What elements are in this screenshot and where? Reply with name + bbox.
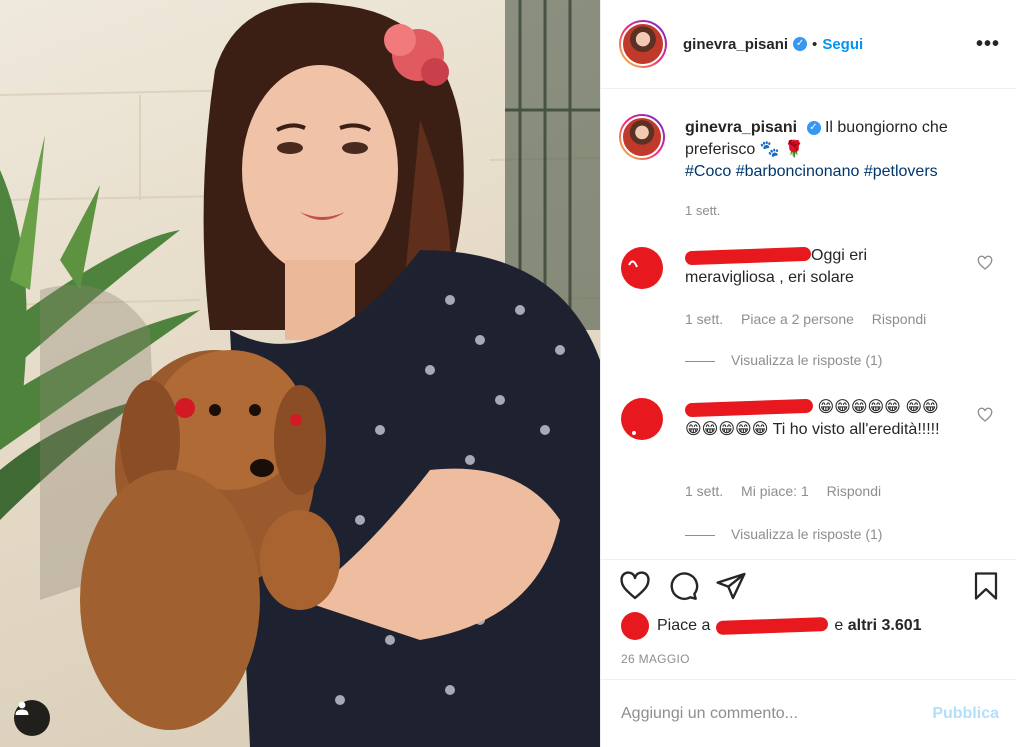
more-options-icon[interactable]: ••• (976, 33, 1000, 56)
caption-timestamp[interactable]: 1 sett. (685, 203, 720, 218)
comment-text: Ti ho visto all'eredità!!!!! (772, 421, 940, 438)
redacted-username (684, 398, 814, 417)
commenter-avatar[interactable] (619, 245, 665, 291)
author-avatar[interactable] (619, 20, 667, 68)
bookmark-icon (974, 572, 998, 600)
view-replies-button[interactable]: Visualizza le risposte (1) (685, 526, 882, 542)
caption-emojis: 🐾 🌹 (759, 141, 804, 158)
comment-meta: 1 sett. Mi piace: 1 Rispondi (685, 483, 895, 499)
comment-body: 😁😁😁😁😁 😁😁😁😁😁😁😁 Ti ho visto all'eredità!!!… (684, 397, 955, 441)
comment-input[interactable] (621, 704, 933, 723)
comment-timestamp[interactable]: 1 sett. (685, 483, 723, 499)
comment-like-heart-icon[interactable] (977, 407, 993, 423)
caption-username[interactable]: ginevra_pisani (685, 119, 797, 136)
post-side-panel: ginevra_pisani ✓ • Segui ••• ginevra_pis… (600, 0, 1016, 747)
heart-icon[interactable] (619, 570, 651, 602)
comment-timestamp[interactable]: 1 sett. (685, 311, 723, 327)
comment-likes-count[interactable]: Mi piace: 1 (741, 483, 809, 499)
comment-emojis: 😁😁😁😁😁 (817, 399, 901, 416)
likes-connector: e (834, 617, 844, 634)
verified-badge-icon: ✓ (806, 120, 821, 135)
replies-divider-line (685, 360, 715, 362)
hashtag-link[interactable]: #Coco (685, 163, 731, 180)
hashtag-link[interactable]: #barboncinonano (736, 163, 860, 180)
replies-divider-line (685, 534, 715, 536)
liker-avatar[interactable] (621, 612, 649, 640)
photo-illustration (0, 0, 600, 747)
likes-others-link[interactable]: altri 3.601 (848, 617, 922, 635)
follow-button[interactable]: Segui (822, 36, 863, 53)
hashtag-link[interactable]: #petlovers (864, 163, 938, 180)
comment-meta: 1 sett. Piace a 2 persone Rispondi (685, 311, 940, 327)
redacted-username (684, 246, 812, 265)
caption-body: ginevra_pisani ✓ Il buongiorno che prefe… (685, 117, 985, 183)
view-replies-label: Visualizza le risposte (1) (731, 352, 883, 368)
separator-dot: • (812, 35, 818, 53)
action-icons (619, 570, 747, 602)
author-username[interactable]: ginevra_pisani (683, 36, 788, 53)
verified-badge-icon: ✓ (793, 37, 808, 51)
comment-like-heart-icon[interactable] (977, 255, 993, 271)
reply-button[interactable]: Rispondi (872, 311, 926, 327)
view-replies-button[interactable]: Visualizza le risposte (1) (685, 352, 882, 368)
view-replies-label: Visualizza le risposte (1) (731, 526, 883, 542)
redacted-liker-name (716, 617, 829, 635)
comment-body: Oggi eri meravigliosa , eri solare (684, 245, 955, 289)
save-button[interactable] (971, 570, 1001, 602)
post-header: ginevra_pisani ✓ • Segui ••• (601, 0, 1016, 89)
share-icon[interactable] (715, 570, 747, 602)
action-bar (601, 559, 1016, 600)
reply-button[interactable]: Rispondi (827, 483, 881, 499)
commenter-avatar[interactable] (619, 397, 665, 443)
comment-likes-count[interactable]: Piace a 2 persone (741, 311, 854, 327)
publish-button[interactable]: Pubblica (932, 705, 999, 723)
user-icon (15, 701, 29, 715)
comment-icon[interactable] (667, 570, 699, 602)
post-date[interactable]: 26 MAGGIO (621, 652, 690, 666)
comments-list[interactable]: ginevra_pisani ✓ Il buongiorno che prefe… (601, 89, 1016, 559)
likes-summary: Piace a e altri 3.601 (621, 612, 922, 640)
add-comment-bar: Pubblica (601, 679, 1016, 747)
post-photo[interactable] (0, 0, 600, 747)
user-tag-button[interactable] (14, 700, 50, 736)
likes-prefix: Piace a (657, 617, 711, 634)
caption-avatar[interactable] (619, 114, 665, 160)
